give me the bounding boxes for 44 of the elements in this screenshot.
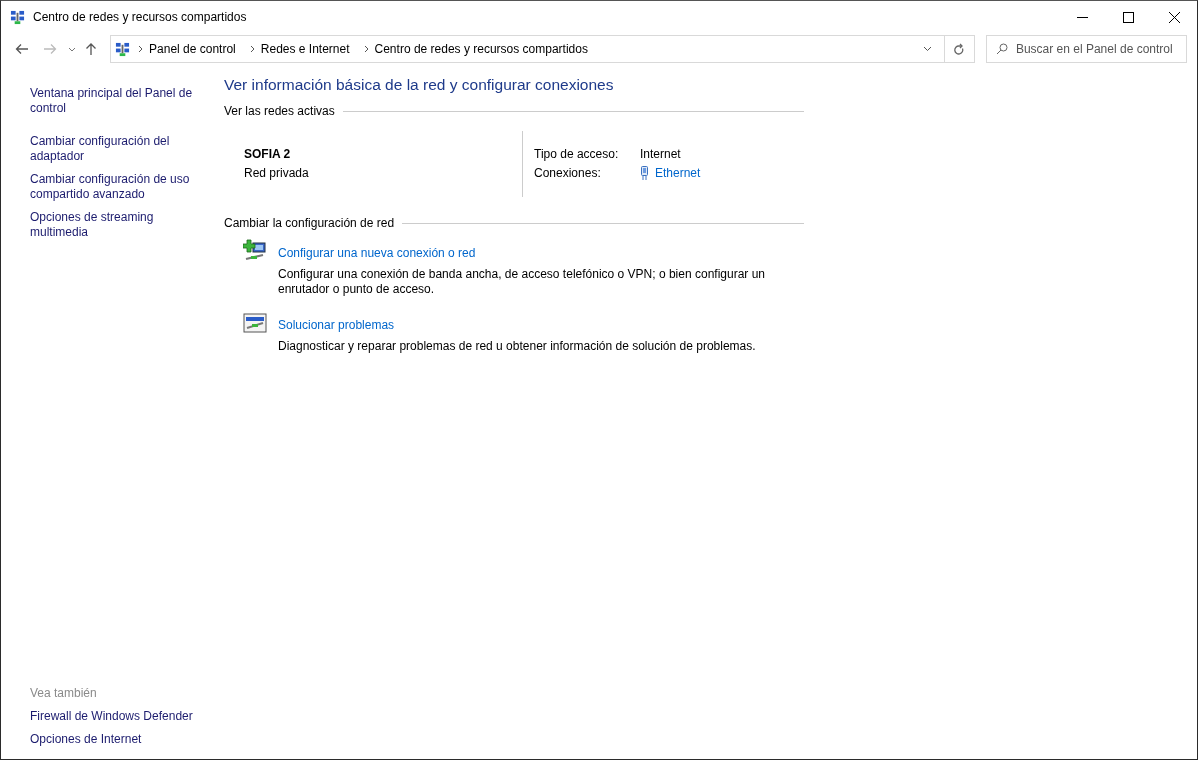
up-arrow-icon xyxy=(85,42,98,56)
task-description: Configurar una conexión de banda ancha, de acceso telefónico o VPN; o bien configurar un enrutador o punto de acceso. xyxy=(278,267,766,297)
section-heading: Vea también xyxy=(30,686,98,701)
task-link[interactable]: Configurar una nueva conexión o red xyxy=(278,246,476,261)
maximize-icon xyxy=(1122,11,1134,23)
breadcrumb[interactable]: Centro de redes y recursos compartidos xyxy=(368,42,594,56)
troubleshoot-icon xyxy=(243,311,267,335)
detail-label: Conexiones: xyxy=(534,166,602,181)
network-name: SOFIA 2 xyxy=(244,147,292,162)
close-icon xyxy=(1168,11,1180,23)
sidebar-link[interactable]: Cambiar configuración de uso compartido avanzado xyxy=(30,172,210,202)
address-bar[interactable]: Panel de control Redes e Internet Centro de redes y recursos compartidos xyxy=(110,35,945,63)
refresh-icon xyxy=(953,42,966,56)
section-heading: Cambiar la configuración de red xyxy=(224,216,395,231)
task-link[interactable]: Solucionar problemas xyxy=(278,318,395,333)
detail-value: Internet xyxy=(640,147,681,162)
network-add-icon xyxy=(243,239,267,263)
chevron-icon xyxy=(138,45,144,53)
chevron-icon xyxy=(249,45,255,53)
ethernet-icon xyxy=(640,166,649,181)
page-heading: Ver información básica de la red y configurar conexiones xyxy=(224,75,615,95)
search-box[interactable]: Buscar en el Panel de control xyxy=(985,35,1187,63)
location-icon xyxy=(115,41,131,57)
search-icon xyxy=(995,43,1008,55)
section-heading: Ver las redes activas xyxy=(224,104,335,119)
connection-link[interactable]: Ethernet xyxy=(655,166,701,181)
breadcrumb[interactable]: Redes e Internet xyxy=(254,42,356,56)
chevron-icon xyxy=(363,45,369,53)
back-arrow-icon xyxy=(14,43,29,55)
caret-icon xyxy=(68,46,77,52)
sidebar-link[interactable]: Ventana principal del Panel de control xyxy=(30,86,210,116)
forward-arrow-icon xyxy=(42,43,57,55)
see-also-link[interactable]: Opciones de Internet xyxy=(30,732,224,747)
network-type: Red privada xyxy=(244,166,310,181)
sidebar-link[interactable]: Cambiar configuración del adaptador xyxy=(30,134,210,164)
app-icon xyxy=(10,9,25,25)
detail-label: Tipo de acceso: xyxy=(534,147,620,162)
breadcrumb[interactable]: Panel de control xyxy=(143,42,242,56)
sidebar-link[interactable]: Opciones de streaming multimedia xyxy=(30,210,210,240)
see-also-link[interactable]: Firewall de Windows Defender xyxy=(30,709,224,724)
window-title: Centro de redes y recursos compartidos xyxy=(33,10,247,24)
dropdown-icon[interactable] xyxy=(923,46,933,52)
refresh-button[interactable] xyxy=(944,35,975,63)
task-description: Diagnosticar y reparar problemas de red u obtener información de solución de problemas. xyxy=(278,339,756,354)
